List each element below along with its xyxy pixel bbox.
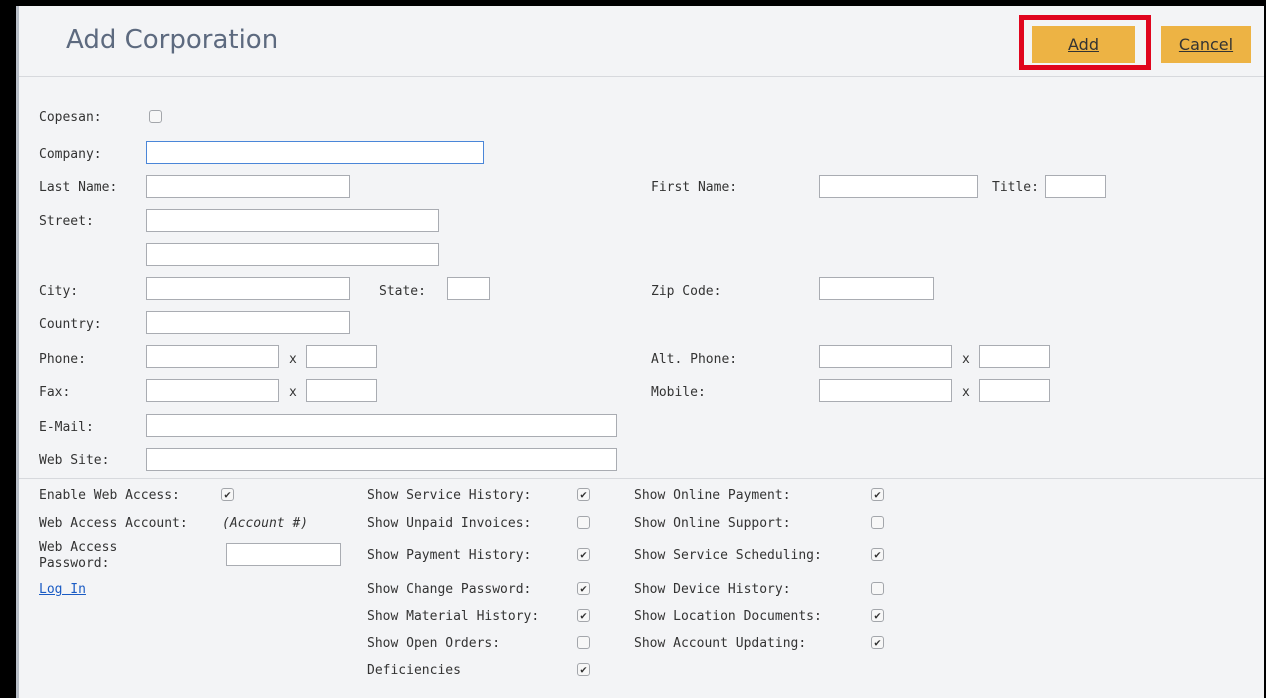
phone-ext-input[interactable]: [306, 345, 377, 368]
section-divider: [19, 478, 1264, 479]
company-input[interactable]: [146, 141, 484, 164]
log-in-link[interactable]: Log In: [39, 582, 86, 598]
copesan-label: Copesan:: [39, 110, 102, 125]
web-access-password-input[interactable]: [226, 543, 341, 566]
mobile-ext-input[interactable]: [979, 379, 1050, 402]
street-label: Street:: [39, 214, 94, 229]
email-input[interactable]: [146, 414, 617, 437]
zip-input[interactable]: [819, 277, 934, 300]
option-label: Show Open Orders:: [367, 636, 501, 651]
web-access-password-label: Web Access Password:: [39, 540, 118, 571]
header-bar: Add Corporation Add Cancel: [19, 6, 1264, 77]
show-device-history-checkbox[interactable]: [871, 582, 884, 595]
mobile-label: Mobile:: [651, 385, 706, 400]
option-label: Show Material History:: [367, 609, 540, 624]
show-online-payment-checkbox[interactable]: ✔: [871, 488, 884, 501]
show-service-scheduling-checkbox[interactable]: ✔: [871, 548, 884, 561]
option-label: Show Service History:: [367, 488, 532, 503]
website-input[interactable]: [146, 448, 617, 471]
phone-input[interactable]: [146, 345, 279, 368]
option-label: Show Account Updating:: [634, 636, 807, 651]
zip-label: Zip Code:: [651, 284, 722, 299]
company-label: Company:: [39, 147, 102, 162]
alt-phone-ext-input[interactable]: [979, 345, 1050, 368]
city-input[interactable]: [146, 277, 350, 300]
first-name-label: First Name:: [651, 180, 738, 195]
deficiencies-checkbox[interactable]: ✔: [577, 663, 590, 676]
mobile-ext-label: x: [962, 385, 970, 400]
enable-web-access-label: Enable Web Access:: [39, 488, 180, 503]
alt-phone-input[interactable]: [819, 345, 952, 368]
website-label: Web Site:: [39, 453, 110, 468]
show-online-support-checkbox[interactable]: [871, 516, 884, 529]
web-access-account-value: (Account #): [222, 516, 309, 531]
option-label: Show Payment History:: [367, 548, 532, 563]
show-change-password-checkbox[interactable]: ✔: [577, 582, 590, 595]
fax-ext-label: x: [289, 385, 297, 400]
copesan-checkbox[interactable]: [149, 110, 162, 123]
show-unpaid-invoices-checkbox[interactable]: [577, 516, 590, 529]
show-open-orders-checkbox[interactable]: [577, 636, 590, 649]
option-label: Show Unpaid Invoices:: [367, 516, 532, 531]
enable-web-access-checkbox[interactable]: ✔: [221, 488, 234, 501]
page-title: Add Corporation: [66, 25, 279, 55]
street-input-1[interactable]: [146, 209, 439, 232]
show-location-documents-checkbox[interactable]: ✔: [871, 609, 884, 622]
state-input[interactable]: [447, 277, 490, 300]
state-label: State:: [379, 284, 426, 299]
show-service-history-checkbox[interactable]: ✔: [577, 488, 590, 501]
email-label: E-Mail:: [39, 420, 94, 435]
phone-ext-label: x: [289, 352, 297, 367]
alt-phone-label: Alt. Phone:: [651, 352, 738, 367]
title-label: Title:: [992, 180, 1039, 195]
last-name-label: Last Name:: [39, 180, 118, 195]
phone-label: Phone:: [39, 352, 86, 367]
fax-ext-input[interactable]: [306, 379, 377, 402]
last-name-input[interactable]: [146, 175, 350, 198]
option-label: Show Service Scheduling:: [634, 548, 822, 563]
add-button-highlight: [1019, 15, 1151, 70]
option-label: Deficiencies: [367, 663, 461, 678]
option-label: Show Change Password:: [367, 582, 532, 597]
first-name-input[interactable]: [819, 175, 978, 198]
cancel-button[interactable]: Cancel: [1161, 26, 1251, 63]
alt-phone-ext-label: x: [962, 352, 970, 367]
web-access-account-label: Web Access Account:: [39, 516, 188, 531]
option-label: Show Location Documents:: [634, 609, 822, 624]
option-label: Show Device History:: [634, 582, 791, 597]
show-account-updating-checkbox[interactable]: ✔: [871, 636, 884, 649]
fax-input[interactable]: [146, 379, 279, 402]
option-label: Show Online Payment:: [634, 488, 791, 503]
add-corporation-panel: Add Corporation Add Cancel Copesan: Comp…: [16, 6, 1264, 698]
show-payment-history-checkbox[interactable]: ✔: [577, 548, 590, 561]
city-label: City:: [39, 284, 79, 299]
country-input[interactable]: [146, 311, 350, 334]
fax-label: Fax:: [39, 385, 71, 400]
title-input[interactable]: [1045, 175, 1106, 198]
street-input-2[interactable]: [146, 243, 439, 266]
option-label: Show Online Support:: [634, 516, 791, 531]
show-material-history-checkbox[interactable]: ✔: [577, 609, 590, 622]
country-label: Country:: [39, 317, 102, 332]
mobile-input[interactable]: [819, 379, 952, 402]
